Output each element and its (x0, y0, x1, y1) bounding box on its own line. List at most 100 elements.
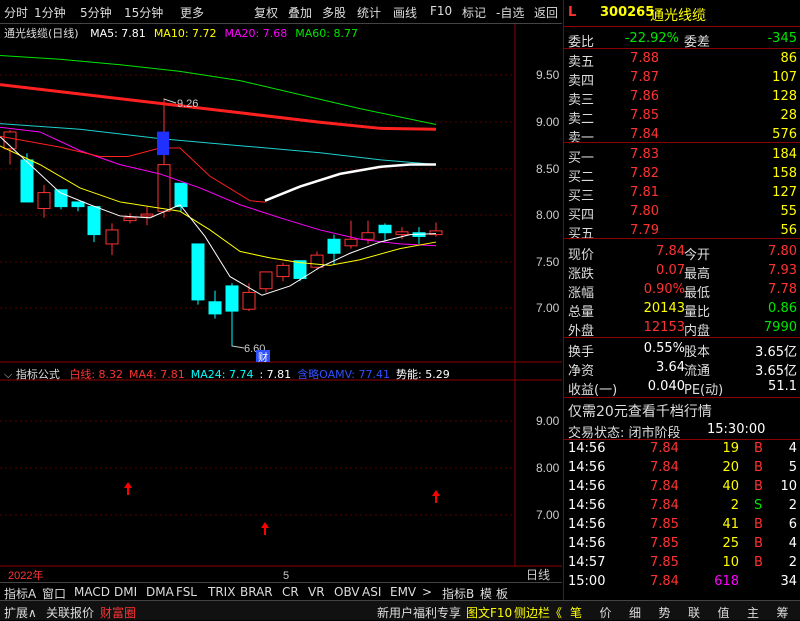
main-chart-legend: 通光线缆(日线) MA5: 7.81 MA10: 7.72 MA20: 7.68 MA… (4, 25, 358, 40)
stat-label: PE(动) (684, 383, 724, 398)
bid-price: 7.81 (630, 185, 659, 200)
tool-multistock-button[interactable]: 多股 (322, 4, 346, 21)
side-panel-tab[interactable]: 联 (688, 604, 700, 621)
indicator-tab[interactable]: DMI (114, 585, 137, 599)
side-panel-tab[interactable]: 筹 (777, 604, 789, 621)
candle-body (54, 189, 68, 208)
indicator-legend-2: MA24: 7.74 (190, 368, 254, 381)
ma-legend-0: MA5: 7.81 (90, 27, 146, 40)
f10-info-link[interactable]: 图文F10 (466, 604, 512, 621)
finance-event-badge[interactable]: 财 (258, 351, 268, 364)
tick-price: 7.85 (650, 517, 679, 532)
bid-price: 7.80 (630, 204, 659, 219)
bid-label: 买一 (568, 151, 595, 166)
sidebar-toggle[interactable]: 侧边栏《 (514, 604, 562, 621)
ask-label: 卖五 (568, 55, 595, 70)
indicator-tab[interactable]: BRAR (240, 585, 273, 599)
candle-body (71, 201, 85, 208)
indicator-collapse-icon[interactable]: ⌵ (4, 368, 12, 381)
flag-label: L (568, 5, 577, 20)
tool-draw-button[interactable]: 画线 (393, 4, 417, 21)
indicator-tab[interactable]: EMV (390, 585, 416, 599)
indicator-tab[interactable]: FSL (176, 585, 197, 599)
bid-label: 买二 (568, 170, 595, 185)
related-quotes-button[interactable]: 关联报价 (46, 604, 94, 621)
side-panel-tab[interactable]: 主 (747, 604, 759, 621)
candle-body (378, 224, 392, 234)
tool-f10-button[interactable]: F10 (430, 4, 452, 18)
period-tab-15min[interactable]: 15分钟 (124, 4, 163, 21)
new-user-promo-link[interactable]: 新用户福利专享 (377, 604, 461, 621)
side-panel-tab[interactable]: 势 (659, 604, 671, 621)
divider (564, 142, 800, 143)
indicator-tab[interactable]: CR (282, 585, 299, 599)
trade-time: 15:30:00 (707, 422, 766, 437)
tick-row: 14:57 7.85 10 B 2 (564, 554, 800, 573)
y-tick: 9.00 (536, 115, 560, 129)
stat-row: 涨幅 0.90% 最低 7.78 (564, 281, 800, 301)
candle-body (87, 206, 101, 236)
tool-watchlist-button[interactable]: -自选 (496, 4, 524, 21)
stat-value: 0.07 (656, 263, 685, 278)
tick-price: 7.84 (650, 460, 679, 475)
stat-label: 涨跌 (568, 267, 595, 282)
weibi-row: 委比 -22.92% 委差 -345 (564, 30, 800, 50)
bid-row: 买二 7.82 158 (564, 165, 800, 185)
candle-body (157, 164, 171, 212)
indicator-title[interactable]: 指标公式 (16, 368, 60, 381)
indicator-tab[interactable]: > (422, 585, 432, 599)
tool-stats-button[interactable]: 统计 (357, 4, 381, 21)
stat-label: 流通 (684, 364, 711, 379)
buy-signal-arrows (124, 482, 440, 535)
indicator-tab[interactable]: OBV (334, 585, 360, 599)
expand-button[interactable]: 扩展∧ (4, 604, 37, 621)
side-panel-tab[interactable]: 笔 (570, 604, 582, 621)
period-tab-fenshi[interactable]: 分时 (4, 4, 28, 21)
indicator-tab[interactable]: DMA (146, 585, 174, 599)
weicha-value: -345 (767, 31, 797, 46)
bid-volume: 184 (772, 147, 797, 162)
divider (564, 337, 800, 338)
indicator-tab[interactable]: TRIX (208, 585, 235, 599)
indicator-tab[interactable]: MACD (74, 585, 110, 599)
indicator-legend-4: 含略OAMV: 77.41 (297, 368, 390, 381)
tick-time: 14:56 (568, 441, 606, 456)
tick-row: 14:56 7.85 25 B 4 (564, 535, 800, 554)
tick-volume: 40 (722, 479, 739, 494)
tool-overlay-button[interactable]: 叠加 (288, 4, 312, 21)
tool-back-button[interactable]: 返回 (534, 4, 558, 21)
period-tab-5min[interactable]: 5分钟 (80, 4, 112, 21)
tick-side: B (754, 441, 763, 456)
promo-text[interactable]: 仅需20元查看千档行情 (568, 401, 712, 421)
ask-price: 7.86 (630, 89, 659, 104)
bid-label: 买三 (568, 189, 595, 204)
tool-fuquan-button[interactable]: 复权 (254, 4, 278, 21)
indicator-legend-3: : 7.81 (259, 368, 292, 381)
stat-label: 现价 (568, 248, 595, 263)
indicator-tab[interactable]: ASI (362, 585, 381, 599)
bid-label: 买四 (568, 208, 595, 223)
x-axis-year: 2022年 (8, 568, 43, 582)
period-tab-more[interactable]: 更多 (180, 4, 204, 21)
high-annotation: 9.26 (177, 98, 198, 110)
promo-row[interactable]: 仅需20元查看千档行情 (564, 400, 800, 420)
indicator-tab[interactable]: VR (308, 585, 325, 599)
wealth-circle-button[interactable]: 财富圈 (100, 604, 136, 621)
kline-chart[interactable]: 9.50 9.00 8.50 8.00 7.50 7.00 9.00 8.00 … (0, 24, 562, 582)
period-tab-1min[interactable]: 1分钟 (34, 4, 66, 21)
ask-price: 7.85 (630, 108, 659, 123)
tick-price: 7.84 (650, 574, 679, 589)
tick-side: B (754, 460, 763, 475)
candle-body (310, 254, 324, 268)
tool-mark-button[interactable]: 标记 (462, 4, 486, 21)
ask-price: 7.88 (630, 51, 659, 66)
side-panel-tab[interactable]: 价 (600, 604, 612, 621)
ma60-line (0, 54, 437, 125)
side-panel-tab[interactable]: 值 (718, 604, 730, 621)
indicator-legend-5: 势能: 5.29 (396, 368, 450, 381)
tick-row: 14:56 7.84 20 B 5 (564, 459, 800, 478)
side-panel-tab[interactable]: 细 (629, 604, 641, 621)
quote-header: L 300265 通光线缆 (564, 4, 800, 26)
tick-volume: 618 (714, 574, 739, 589)
indicator-tabs: 指标A 窗口 MACD DMI DMA FSL TRIX BRAR CR VR OBV ASI EMV >… (0, 582, 562, 601)
